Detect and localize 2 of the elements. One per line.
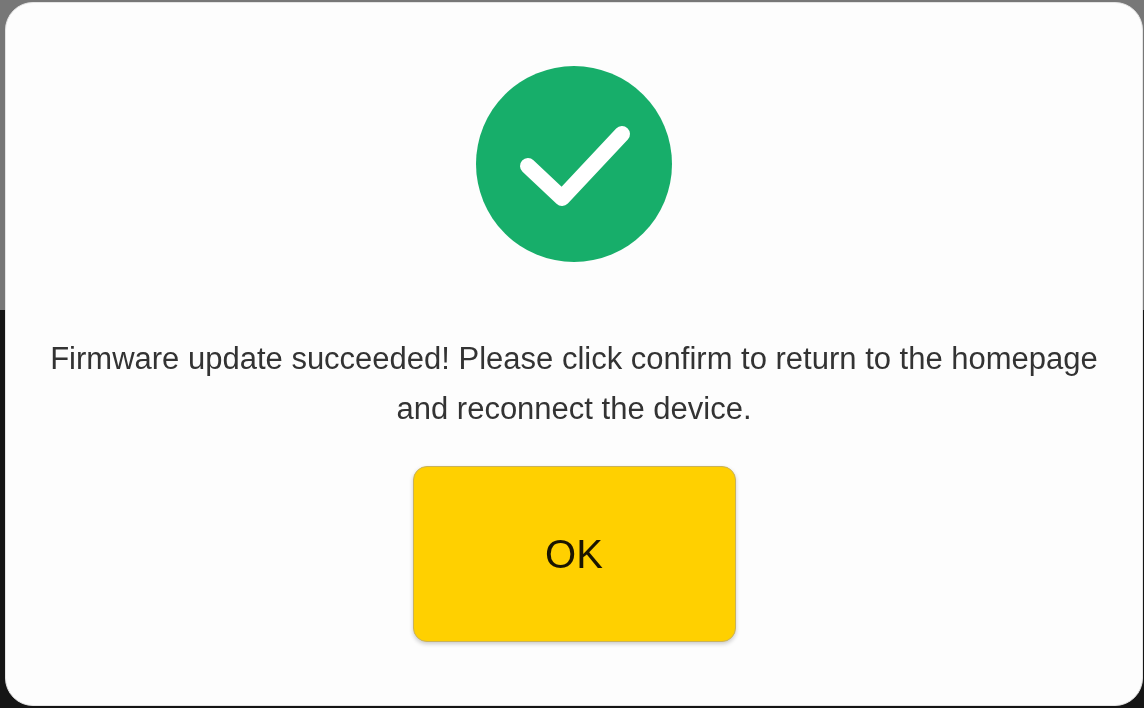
dialog-message: Firmware update succeeded! Please click confirm to return to the homepage and reconnect the device. [49, 340, 1099, 428]
ok-button[interactable]: OK [412, 466, 736, 642]
